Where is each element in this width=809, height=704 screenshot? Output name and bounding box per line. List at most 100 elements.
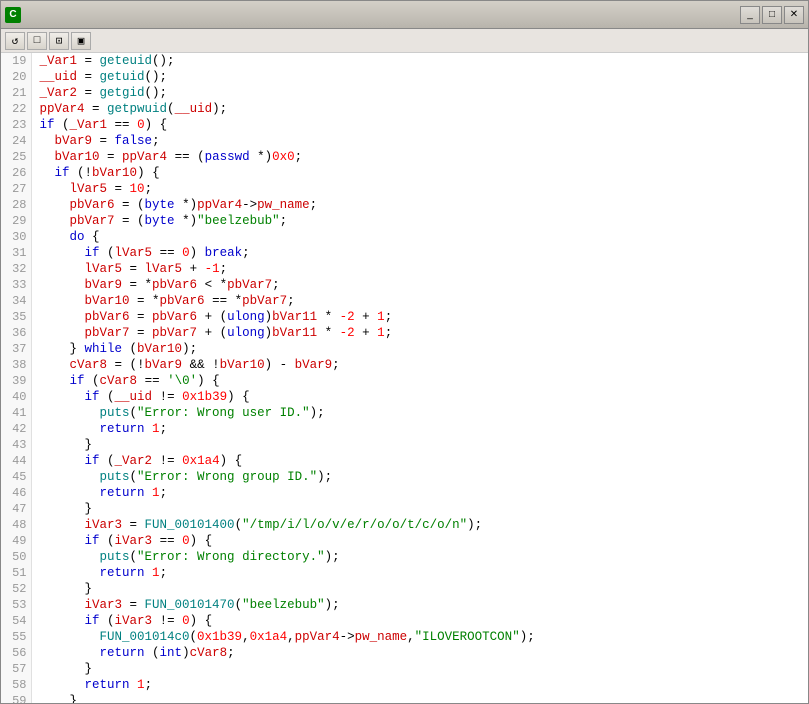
table-row: 36 pbVar7 = pbVar7 + (ulong)bVar11 * -2 …: [1, 325, 808, 341]
table-row: 32 lVar5 = lVar5 + -1;: [1, 261, 808, 277]
table-row: 27 lVar5 = 10;: [1, 181, 808, 197]
table-row: 30 do {: [1, 229, 808, 245]
line-number: 39: [1, 373, 31, 389]
line-number: 31: [1, 245, 31, 261]
line-number: 46: [1, 485, 31, 501]
table-row: 51 return 1;: [1, 565, 808, 581]
code-line-content: }: [31, 501, 808, 517]
code-line-content: }: [31, 581, 808, 597]
code-line-content: return 1;: [31, 421, 808, 437]
line-number: 45: [1, 469, 31, 485]
code-line-content: pbVar6 = pbVar6 + (ulong)bVar11 * -2 + 1…: [31, 309, 808, 325]
table-row: 48 iVar3 = FUN_00101400("/tmp/i/l/o/v/e/…: [1, 517, 808, 533]
toolbar: ↺ □ ⊡ ▣: [1, 29, 808, 53]
table-row: 59 }: [1, 693, 808, 703]
line-number: 44: [1, 453, 31, 469]
line-number: 56: [1, 645, 31, 661]
table-row: 22ppVar4 = getpwuid(__uid);: [1, 101, 808, 117]
code-line-content: cVar8 = (!bVar9 && !bVar10) - bVar9;: [31, 357, 808, 373]
line-number: 19: [1, 53, 31, 69]
table-row: 56 return (int)cVar8;: [1, 645, 808, 661]
code-line-content: bVar10 = ppVar4 == (passwd *)0x0;: [31, 149, 808, 165]
code-line-content: }: [31, 661, 808, 677]
code-line-content: if (!bVar10) {: [31, 165, 808, 181]
code-line-content: return 1;: [31, 485, 808, 501]
code-line-content: puts("Error: Wrong group ID.");: [31, 469, 808, 485]
lock-button[interactable]: ▣: [71, 32, 91, 50]
code-line-content: FUN_001014c0(0x1b39,0x1a4,ppVar4->pw_nam…: [31, 629, 808, 645]
code-line-content: if (_Var2 != 0x1a4) {: [31, 453, 808, 469]
table-row: 29 pbVar7 = (byte *)"beelzebub";: [1, 213, 808, 229]
code-line-content: do {: [31, 229, 808, 245]
code-line-content: _Var1 = geteuid();: [31, 53, 808, 69]
line-number: 41: [1, 405, 31, 421]
table-row: 42 return 1;: [1, 421, 808, 437]
code-line-content: if (__uid != 0x1b39) {: [31, 389, 808, 405]
line-number: 33: [1, 277, 31, 293]
code-line-content: if (lVar5 == 0) break;: [31, 245, 808, 261]
minimize-button[interactable]: _: [740, 6, 760, 24]
code-line-content: _Var2 = getgid();: [31, 85, 808, 101]
line-number: 35: [1, 309, 31, 325]
table-row: 41 puts("Error: Wrong user ID.");: [1, 405, 808, 421]
line-number: 47: [1, 501, 31, 517]
line-number: 29: [1, 213, 31, 229]
table-row: 43 }: [1, 437, 808, 453]
code-line-content: bVar9 = false;: [31, 133, 808, 149]
line-number: 55: [1, 629, 31, 645]
table-row: 24 bVar9 = false;: [1, 133, 808, 149]
line-number: 50: [1, 549, 31, 565]
table-row: 33 bVar9 = *pbVar6 < *pbVar7;: [1, 277, 808, 293]
line-number: 49: [1, 533, 31, 549]
line-number: 59: [1, 693, 31, 703]
main-window: C _ □ ✕ ↺ □ ⊡ ▣ 19_Var1 = geteuid();20__…: [0, 0, 809, 704]
code-line-content: pbVar6 = (byte *)ppVar4->pw_name;: [31, 197, 808, 213]
code-line-content: if (iVar3 != 0) {: [31, 613, 808, 629]
table-row: 20__uid = getuid();: [1, 69, 808, 85]
code-line-content: } while (bVar10);: [31, 341, 808, 357]
line-number: 58: [1, 677, 31, 693]
code-line-content: pbVar7 = (byte *)"beelzebub";: [31, 213, 808, 229]
line-number: 43: [1, 437, 31, 453]
line-number: 54: [1, 613, 31, 629]
close-button[interactable]: ✕: [784, 6, 804, 24]
line-number: 28: [1, 197, 31, 213]
table-row: 54 if (iVar3 != 0) {: [1, 613, 808, 629]
app-icon: C: [5, 7, 21, 23]
code-line-content: bVar10 = *pbVar6 == *pbVar7;: [31, 293, 808, 309]
code-line-content: if (cVar8 == '\0') {: [31, 373, 808, 389]
refresh-button[interactable]: ↺: [5, 32, 25, 50]
line-number: 20: [1, 69, 31, 85]
maximize-button[interactable]: □: [762, 6, 782, 24]
title-bar: C _ □ ✕: [1, 1, 808, 29]
line-number: 53: [1, 597, 31, 613]
line-number: 48: [1, 517, 31, 533]
line-number: 52: [1, 581, 31, 597]
table-row: 50 puts("Error: Wrong directory.");: [1, 549, 808, 565]
line-number: 25: [1, 149, 31, 165]
code-line-content: bVar9 = *pbVar6 < *pbVar7;: [31, 277, 808, 293]
line-number: 21: [1, 85, 31, 101]
code-line-content: lVar5 = 10;: [31, 181, 808, 197]
table-row: 47 }: [1, 501, 808, 517]
code-area[interactable]: 19_Var1 = geteuid();20__uid = getuid();2…: [1, 53, 808, 703]
line-number: 42: [1, 421, 31, 437]
code-line-content: return 1;: [31, 677, 808, 693]
code-line-content: pbVar7 = pbVar7 + (ulong)bVar11 * -2 + 1…: [31, 325, 808, 341]
table-row: 21_Var2 = getgid();: [1, 85, 808, 101]
code-line-content: iVar3 = FUN_00101470("beelzebub");: [31, 597, 808, 613]
snapshot-button[interactable]: ⊡: [49, 32, 69, 50]
code-line-content: iVar3 = FUN_00101400("/tmp/i/l/o/v/e/r/o…: [31, 517, 808, 533]
line-number: 26: [1, 165, 31, 181]
table-row: 55 FUN_001014c0(0x1b39,0x1a4,ppVar4->pw_…: [1, 629, 808, 645]
table-row: 19_Var1 = geteuid();: [1, 53, 808, 69]
code-line-content: if (_Var1 == 0) {: [31, 117, 808, 133]
line-number: 57: [1, 661, 31, 677]
table-row: 39 if (cVar8 == '\0') {: [1, 373, 808, 389]
table-row: 53 iVar3 = FUN_00101470("beelzebub");: [1, 597, 808, 613]
copy-button[interactable]: □: [27, 32, 47, 50]
table-row: 52 }: [1, 581, 808, 597]
line-number: 37: [1, 341, 31, 357]
table-row: 28 pbVar6 = (byte *)ppVar4->pw_name;: [1, 197, 808, 213]
line-number: 34: [1, 293, 31, 309]
